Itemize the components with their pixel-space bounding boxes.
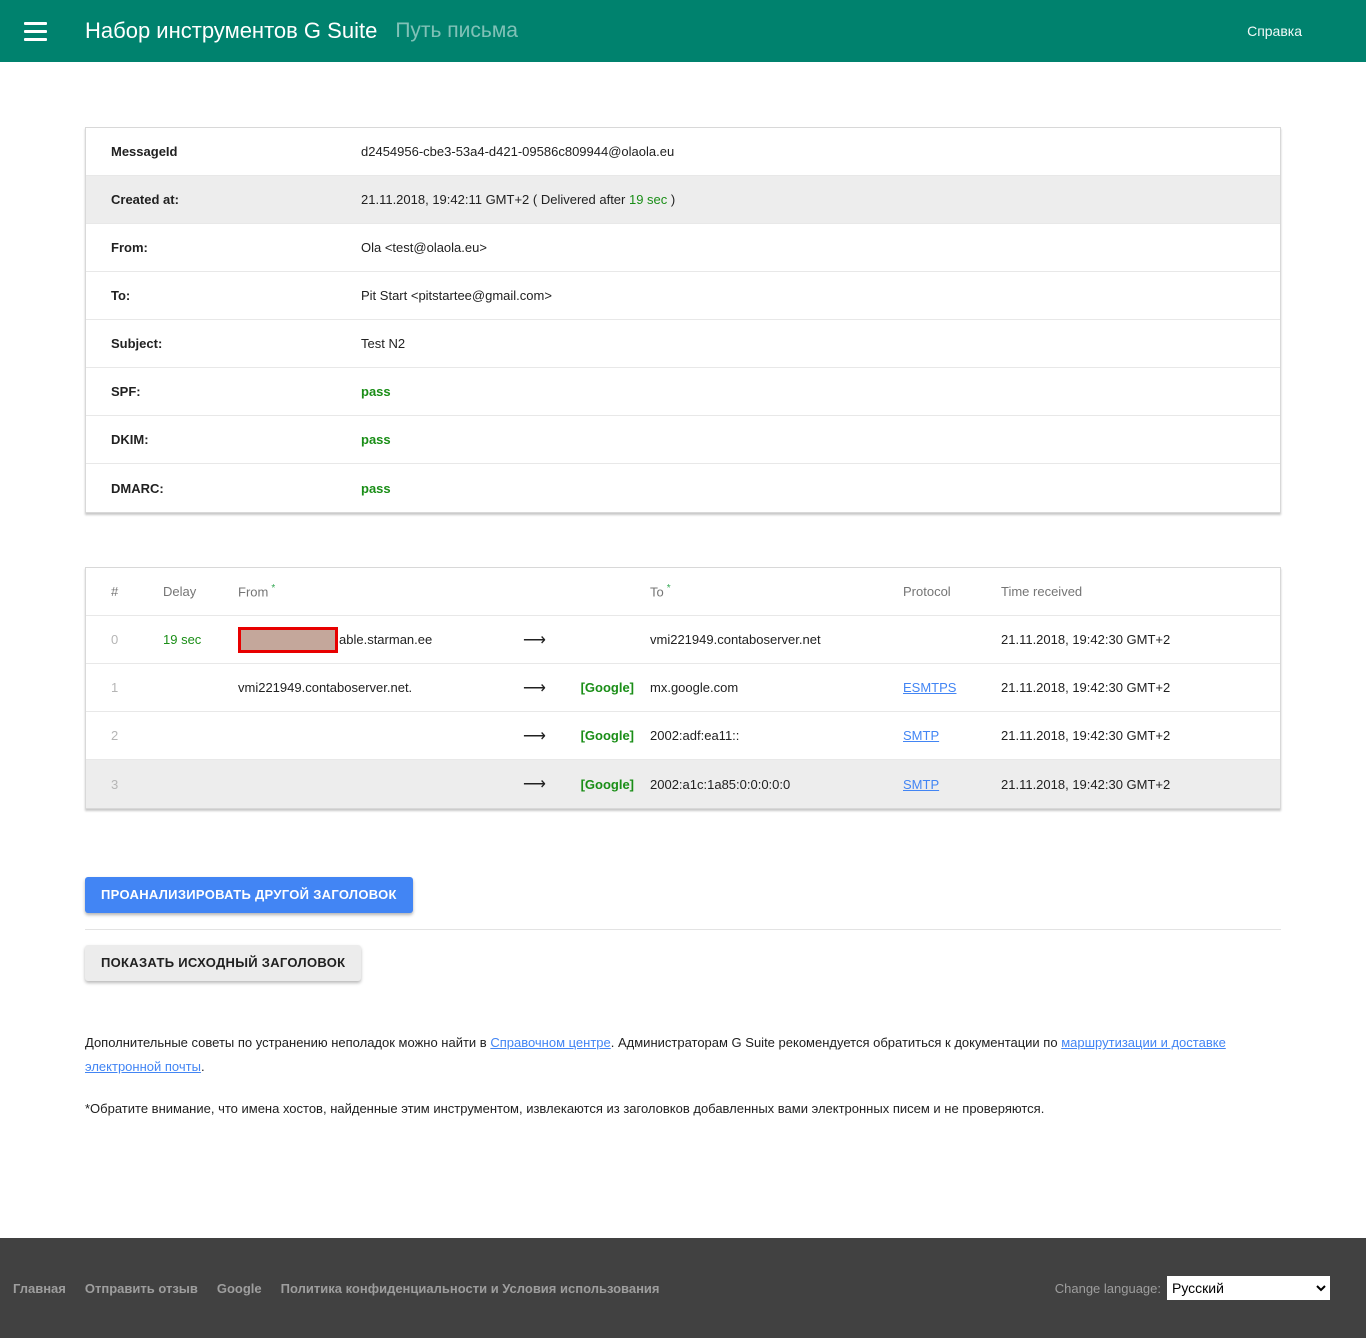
main-content: MessageId d2454956-cbe3-53a4-d421-09586c… (0, 127, 1366, 1116)
row-to: To: Pit Start <pitstartee@gmail.com> (86, 272, 1280, 320)
help-note-text-1: Дополнительные советы по устранению непо… (85, 1035, 490, 1050)
hop-to: mx.google.com (650, 680, 903, 695)
hops-table: # Delay From* To* Protocol Time received… (85, 567, 1281, 809)
arrow-icon: ⟶ (523, 630, 578, 650)
hop-protocol: SMTP (903, 728, 1001, 743)
created-at-text: 21.11.2018, 19:42:11 GMT+2 ( Delivered a… (361, 192, 629, 207)
row-subject: Subject: Test N2 (86, 320, 1280, 368)
spf-status: pass (361, 384, 1280, 399)
footer: Главная Отправить отзыв Google Политика … (0, 1238, 1366, 1338)
app-bar: Набор инструментов G Suite Путь письма С… (0, 0, 1366, 62)
to-value: Pit Start <pitstartee@gmail.com> (361, 288, 1280, 303)
hop-protocol: ESMTPS (903, 680, 1001, 695)
help-note-text-2: . Администраторам G Suite рекомендуется … (611, 1035, 1061, 1050)
hop-time: 21.11.2018, 19:42:30 GMT+2 (1001, 632, 1280, 647)
hop-time: 21.11.2018, 19:42:30 GMT+2 (1001, 680, 1280, 695)
arrow-icon: ⟶ (523, 774, 578, 794)
from-asterisk: * (271, 583, 275, 594)
footer-link-feedback[interactable]: Отправить отзыв (85, 1281, 198, 1296)
created-at-value: 21.11.2018, 19:42:11 GMT+2 ( Delivered a… (361, 192, 1280, 207)
show-original-header-button[interactable]: ПОКАЗАТЬ ИСХОДНЫЙ ЗАГОЛОВОК (85, 945, 361, 981)
col-from: From* (238, 583, 523, 599)
col-time: Time received (1001, 584, 1280, 599)
hop-num: 0 (111, 632, 163, 647)
from-value: Ola <test@olaola.eu> (361, 240, 1280, 255)
hop-delay: 19 sec (163, 632, 238, 647)
spf-label: SPF: (111, 384, 361, 399)
google-tag: [Google] (578, 680, 650, 695)
help-center-link[interactable]: Справочном центре (490, 1035, 610, 1050)
row-created-at: Created at: 21.11.2018, 19:42:11 GMT+2 (… (86, 176, 1280, 224)
help-note-text-3: . (201, 1059, 205, 1074)
divider (85, 929, 1281, 930)
row-dmarc: DMARC: pass (86, 464, 1280, 512)
from-label: From: (111, 240, 361, 255)
hop-num: 3 (111, 777, 163, 792)
dkim-status: pass (361, 432, 1280, 447)
to-label: To: (111, 288, 361, 303)
hop-row-1: 1 vmi221949.contaboserver.net. ⟶ [Google… (86, 664, 1280, 712)
hop-row-0: 0 19 sec able.starman.ee ⟶ vmi221949.con… (86, 616, 1280, 664)
dkim-label: DKIM: (111, 432, 361, 447)
col-delay: Delay (163, 584, 238, 599)
footer-link-google[interactable]: Google (217, 1281, 262, 1296)
protocol-link[interactable]: ESMTPS (903, 680, 956, 695)
protocol-link[interactable]: SMTP (903, 777, 939, 792)
protocol-link[interactable]: SMTP (903, 728, 939, 743)
hop-to: vmi221949.contaboserver.net (650, 632, 903, 647)
help-link[interactable]: Справка (1247, 23, 1302, 39)
page-title: Путь письма (395, 19, 518, 43)
hop-to: 2002:adf:ea11:: (650, 728, 903, 743)
delivered-after-value: 19 sec (629, 192, 667, 207)
hop-time: 21.11.2018, 19:42:30 GMT+2 (1001, 777, 1280, 792)
hop-from-text: able.starman.ee (339, 632, 432, 647)
hop-from: vmi221949.contaboserver.net. (238, 680, 523, 695)
hop-num: 2 (111, 728, 163, 743)
hop-time: 21.11.2018, 19:42:30 GMT+2 (1001, 728, 1280, 743)
change-language-label: Change language: (1055, 1281, 1161, 1296)
arrow-icon: ⟶ (523, 678, 578, 698)
col-to-text: To (650, 585, 664, 600)
col-to: To* (650, 583, 903, 599)
created-at-label: Created at: (111, 192, 361, 207)
subject-value: Test N2 (361, 336, 1280, 351)
arrow-icon: ⟶ (523, 726, 578, 746)
footer-link-home[interactable]: Главная (13, 1281, 66, 1296)
analyze-another-header-button[interactable]: ПРОАНАЛИЗИРОВАТЬ ДРУГОЙ ЗАГОЛОВОК (85, 877, 413, 913)
hop-row-3: 3 ⟶ [Google] 2002:a1c:1a85:0:0:0:0:0 SMT… (86, 760, 1280, 808)
disclaimer-note: *Обратите внимание, что имена хостов, на… (85, 1101, 1281, 1116)
messageid-label: MessageId (111, 144, 361, 159)
menu-icon[interactable] (24, 22, 47, 41)
hop-protocol: SMTP (903, 777, 1001, 792)
row-messageid: MessageId d2454956-cbe3-53a4-d421-09586c… (86, 128, 1280, 176)
col-from-text: From (238, 585, 268, 600)
row-spf: SPF: pass (86, 368, 1280, 416)
redaction-box (238, 627, 338, 653)
col-protocol: Protocol (903, 584, 1001, 599)
help-note: Дополнительные советы по устранению непо… (85, 1031, 1281, 1079)
hop-row-2: 2 ⟶ [Google] 2002:adf:ea11:: SMTP 21.11.… (86, 712, 1280, 760)
language-select[interactable]: Русский (1167, 1276, 1330, 1300)
google-tag: [Google] (578, 728, 650, 743)
dmarc-label: DMARC: (111, 481, 361, 496)
row-from: From: Ola <test@olaola.eu> (86, 224, 1280, 272)
dmarc-status: pass (361, 481, 1280, 496)
subject-label: Subject: (111, 336, 361, 351)
hop-from: able.starman.ee (238, 627, 523, 653)
footer-link-privacy-terms[interactable]: Политика конфиденциальности и Условия ис… (281, 1281, 660, 1296)
to-asterisk: * (667, 583, 671, 594)
messageid-value: d2454956-cbe3-53a4-d421-09586c809944@ola… (361, 144, 1280, 159)
hops-header-row: # Delay From* To* Protocol Time received (86, 568, 1280, 616)
message-summary-table: MessageId d2454956-cbe3-53a4-d421-09586c… (85, 127, 1281, 513)
row-dkim: DKIM: pass (86, 416, 1280, 464)
hop-num: 1 (111, 680, 163, 695)
google-tag: [Google] (578, 777, 650, 792)
col-num: # (111, 584, 163, 599)
hop-to: 2002:a1c:1a85:0:0:0:0:0 (650, 777, 903, 792)
app-title: Набор инструментов G Suite (85, 18, 377, 44)
created-at-suffix: ) (667, 192, 675, 207)
